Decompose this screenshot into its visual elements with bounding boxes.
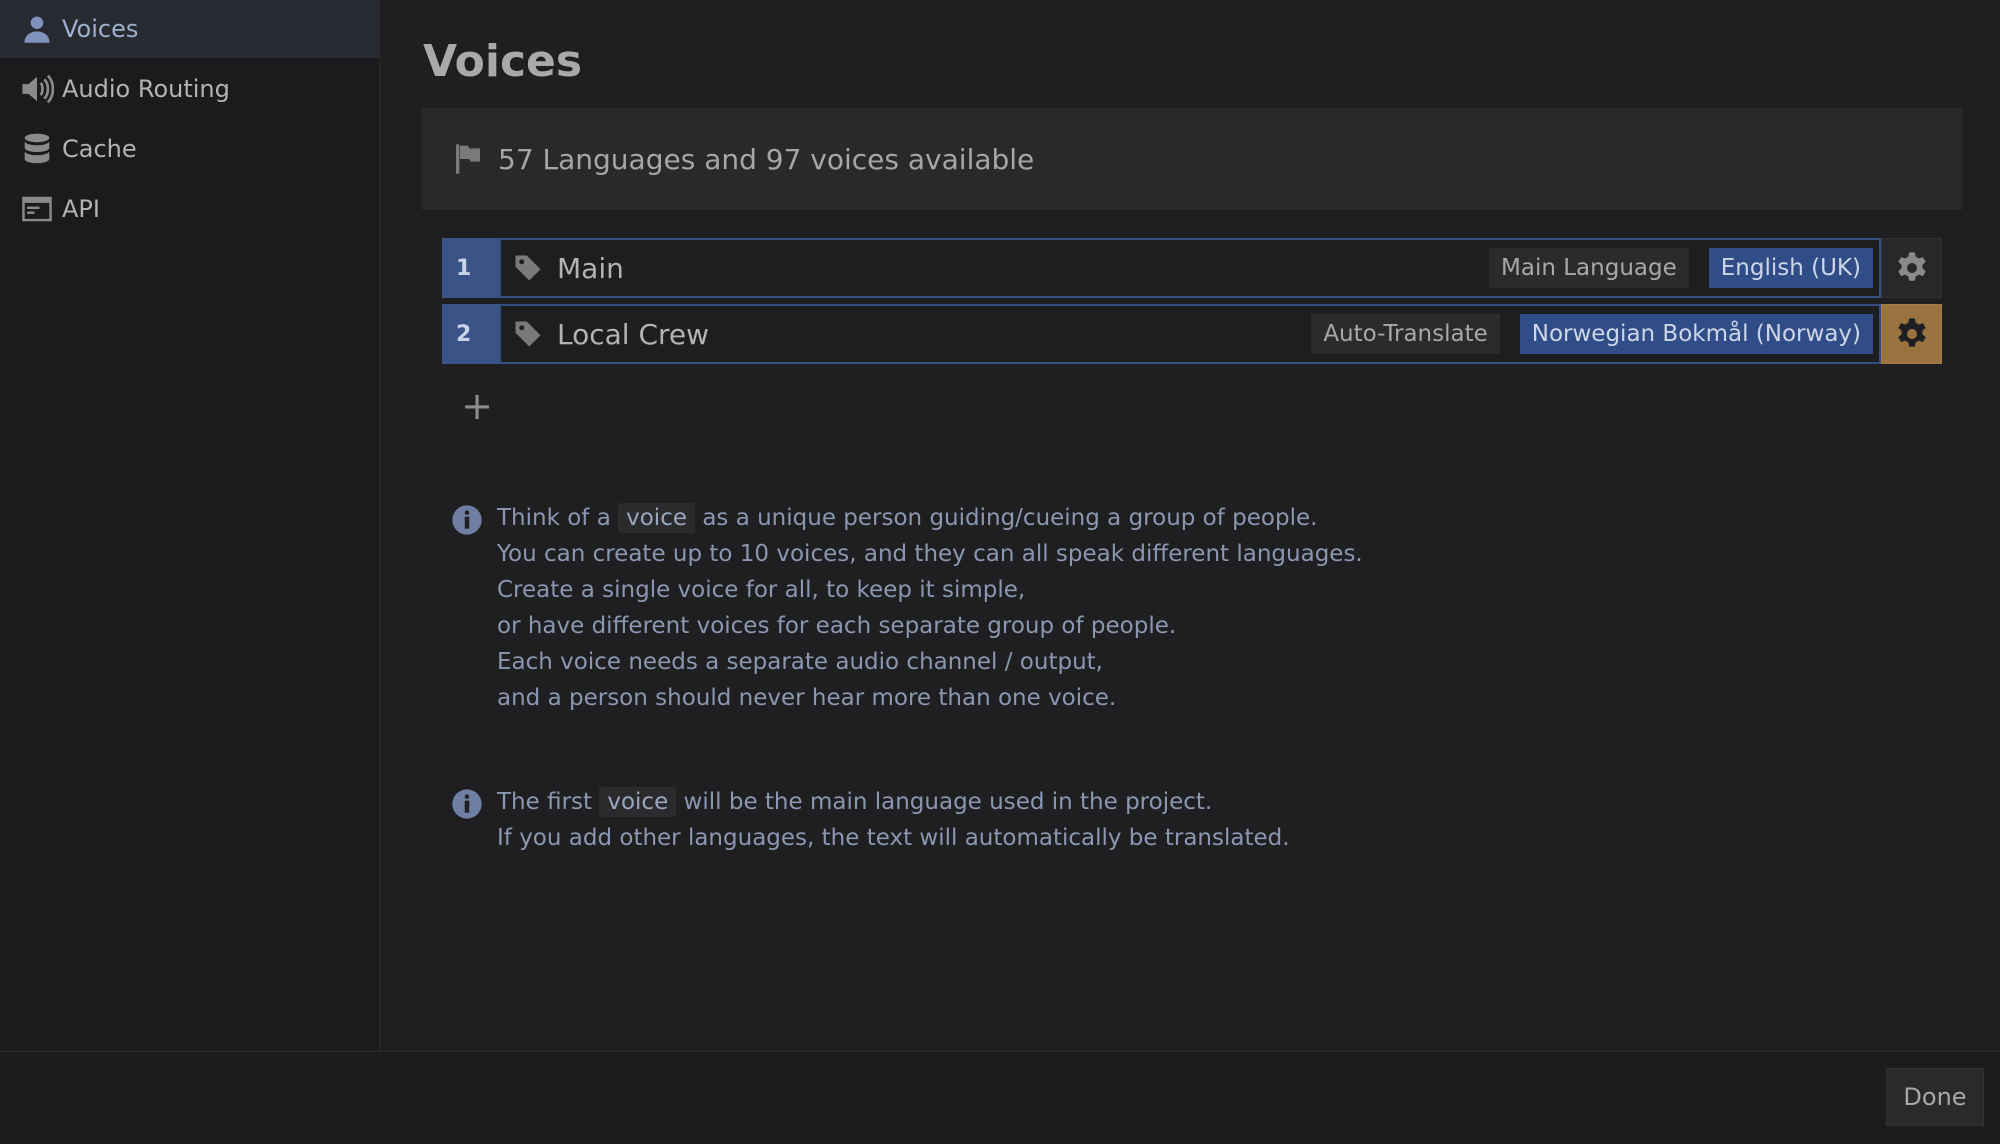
voice-name: Local Crew xyxy=(557,317,710,351)
done-button[interactable]: Done xyxy=(1886,1068,1984,1126)
gear-icon xyxy=(1897,318,1926,347)
info-line: Think of a voice as a unique person guid… xyxy=(497,503,1318,533)
voice-row[interactable]: 1 Main Main Language English (UK) xyxy=(442,238,1942,298)
summary-text: 57 Languages and 97 voices available xyxy=(498,142,1035,176)
speaker-icon xyxy=(20,72,54,106)
tag-icon xyxy=(515,321,541,347)
inline-code: voice xyxy=(599,787,677,817)
sidebar-item-label: Cache xyxy=(62,135,137,163)
voice-mode-badge: Main Language xyxy=(1489,248,1689,288)
sidebar-item-audio-routing[interactable]: Audio Routing xyxy=(0,60,379,118)
gear-icon xyxy=(1897,252,1926,281)
info-line: You can create up to 10 voices, and they… xyxy=(497,541,1363,567)
voice-name-field[interactable]: Local Crew Auto-Translate Norwegian Bokm… xyxy=(499,304,1881,364)
footer-bar: Done xyxy=(0,1051,2000,1144)
voice-settings-button[interactable] xyxy=(1881,304,1942,364)
terminal-window-icon xyxy=(20,192,54,226)
sidebar-item-cache[interactable]: Cache xyxy=(0,120,379,178)
sidebar-item-label: Voices xyxy=(62,15,139,43)
sidebar-item-voices[interactable]: Voices xyxy=(0,0,379,58)
language-summary-banner: 57 Languages and 97 voices available xyxy=(422,108,1962,210)
voice-row[interactable]: 2 Local Crew Auto-Translate Norwegian Bo… xyxy=(442,304,1942,364)
user-icon xyxy=(20,12,54,46)
info-line: or have different voices for each separa… xyxy=(497,613,1177,639)
inline-code: voice xyxy=(618,503,695,533)
info-icon xyxy=(452,789,482,819)
main-content: Voices 57 Languages and 97 voices availa… xyxy=(381,0,2000,1051)
voice-number: 2 xyxy=(442,304,499,364)
info-line: The first voice will be the main languag… xyxy=(497,787,1213,817)
voice-language-button[interactable]: English (UK) xyxy=(1708,248,1873,288)
sidebar-item-api[interactable]: API xyxy=(0,180,379,238)
page-title: Voices xyxy=(423,36,583,87)
info-line: Each voice needs a separate audio channe… xyxy=(497,649,1103,675)
info-line: If you add other languages, the text wil… xyxy=(497,825,1290,851)
voice-language-button[interactable]: Norwegian Bokmål (Norway) xyxy=(1519,314,1873,354)
voice-number: 1 xyxy=(442,238,499,298)
sidebar-item-label: API xyxy=(62,195,100,223)
voice-name: Main xyxy=(557,251,624,285)
info-block-main-language: The first voice will be the main languag… xyxy=(451,784,1290,856)
info-block-voices: Think of a voice as a unique person guid… xyxy=(451,500,1363,716)
voice-name-field[interactable]: Main Main Language English (UK) xyxy=(499,238,1881,298)
flag-icon xyxy=(456,144,480,174)
info-line: and a person should never hear more than… xyxy=(497,685,1117,711)
info-icon xyxy=(452,505,482,535)
tag-icon xyxy=(515,255,541,281)
voice-settings-button[interactable] xyxy=(1881,238,1942,298)
sidebar: Voices Audio Routing Cache API xyxy=(0,0,380,1051)
database-icon xyxy=(20,132,54,166)
add-voice-button[interactable]: + xyxy=(455,384,499,428)
voice-mode-badge: Auto-Translate xyxy=(1311,314,1500,354)
info-line: Create a single voice for all, to keep i… xyxy=(497,577,1026,603)
sidebar-item-label: Audio Routing xyxy=(62,75,230,103)
